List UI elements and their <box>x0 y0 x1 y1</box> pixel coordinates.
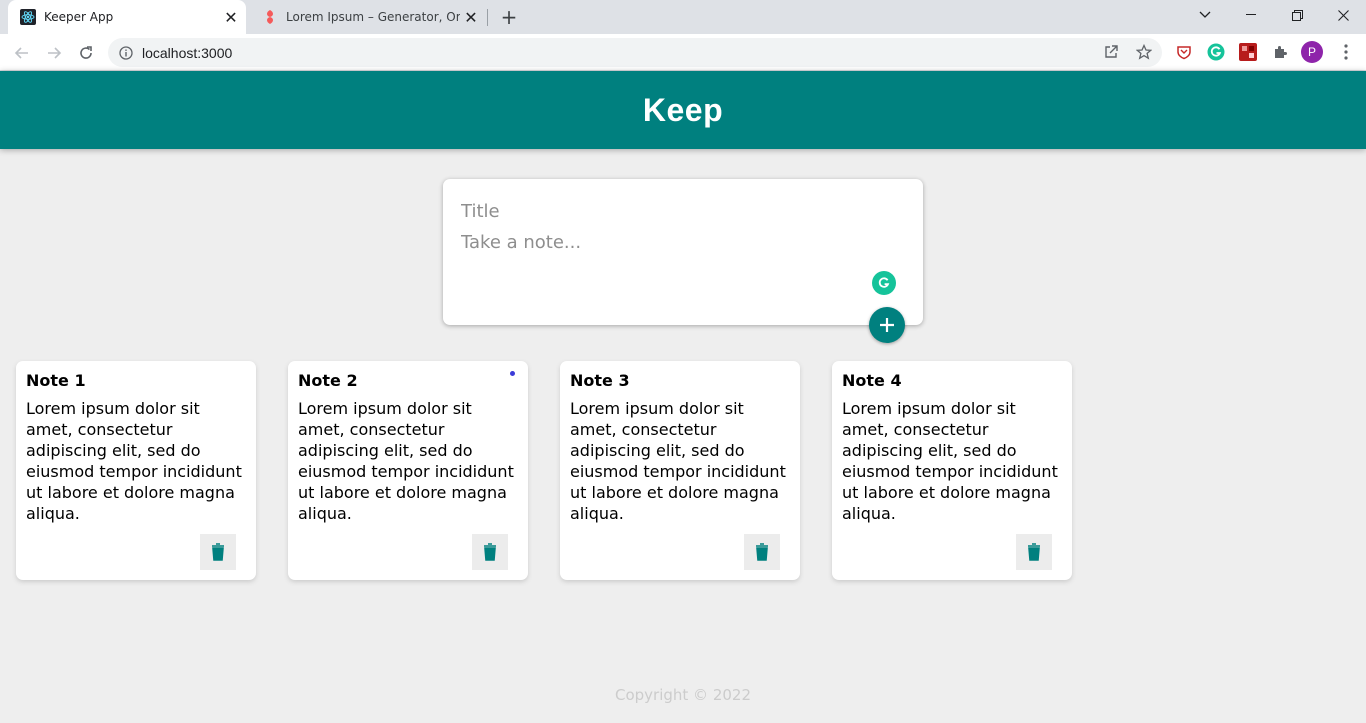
note-content: Lorem ipsum dolor sit amet, consectetur … <box>842 399 1058 523</box>
note-title: Note 4 <box>842 371 902 390</box>
note-card: Note 3 Lorem ipsum dolor sit amet, conse… <box>560 361 800 580</box>
react-icon <box>20 9 36 25</box>
tab-strip: Keeper App ✕ Lorem Ipsum – Generator, Or… <box>0 0 1366 34</box>
note-title: Note 2 <box>298 371 358 390</box>
note-title: Note 3 <box>570 371 630 390</box>
note-content: Lorem ipsum dolor sit amet, consectetur … <box>570 399 786 523</box>
profile-avatar[interactable]: P <box>1300 40 1324 64</box>
plus-icon <box>880 318 894 332</box>
url-text: localhost:3000 <box>142 44 233 61</box>
add-note-button[interactable] <box>869 307 905 343</box>
note-title-input[interactable] <box>461 199 901 223</box>
bookmark-star-icon[interactable] <box>1132 40 1156 64</box>
note-card: Note 2 Lorem ipsum dolor sit amet, conse… <box>288 361 528 580</box>
address-bar[interactable]: localhost:3000 <box>108 38 1162 67</box>
grammarly-extension-icon[interactable] <box>1204 40 1228 64</box>
note-card: Note 1 Lorem ipsum dolor sit amet, conse… <box>16 361 256 580</box>
trash-icon <box>756 543 768 561</box>
back-icon[interactable] <box>8 39 36 67</box>
colorpick-extension-icon[interactable] <box>1236 40 1260 64</box>
browser-toolbar: localhost:3000 P <box>0 34 1366 71</box>
site-info-icon[interactable] <box>118 45 134 61</box>
cursor-dot <box>510 371 515 376</box>
app-title: Keep <box>642 91 724 128</box>
lorem-ipsum-favicon-icon <box>262 9 278 25</box>
trash-icon <box>1028 543 1040 561</box>
tab-separator <box>487 9 488 26</box>
delete-note-button[interactable] <box>1016 534 1052 570</box>
create-note-form <box>443 179 923 325</box>
trash-icon <box>212 543 224 561</box>
minimize-icon[interactable] <box>1228 0 1274 30</box>
close-tab-icon[interactable]: ✕ <box>220 6 242 28</box>
tab-title: Lorem Ipsum – Generator, Origins and Mea… <box>286 10 460 24</box>
grammarly-icon[interactable] <box>872 271 896 295</box>
app-header: Keep <box>0 71 1366 149</box>
profile-initial: P <box>1307 45 1316 59</box>
delete-note-button[interactable] <box>472 534 508 570</box>
delete-note-button[interactable] <box>200 534 236 570</box>
tab-title: Keeper App <box>44 10 114 24</box>
tab-search-chevron-icon[interactable] <box>1182 0 1228 30</box>
extensions-puzzle-icon[interactable] <box>1268 40 1292 64</box>
note-card: Note 4 Lorem ipsum dolor sit amet, conse… <box>832 361 1072 580</box>
note-title: Note 1 <box>26 371 86 390</box>
forward-icon[interactable] <box>40 39 68 67</box>
trash-icon <box>484 543 496 561</box>
reload-icon[interactable] <box>72 39 100 67</box>
new-tab-icon[interactable]: + <box>497 5 521 29</box>
browser-menu-icon[interactable] <box>1334 40 1358 64</box>
tab-keeper-app[interactable]: Keeper App ✕ <box>8 0 246 34</box>
delete-note-button[interactable] <box>744 534 780 570</box>
extension-shield-icon[interactable] <box>1172 40 1196 64</box>
restore-icon[interactable] <box>1274 0 1320 30</box>
note-content: Lorem ipsum dolor sit amet, consectetur … <box>26 399 242 523</box>
note-content-input[interactable] <box>461 231 901 291</box>
share-icon[interactable] <box>1099 40 1123 64</box>
close-tab-icon[interactable]: ✕ <box>460 6 482 28</box>
copyright-text: Copyright © 2022 <box>614 686 751 704</box>
note-content: Lorem ipsum dolor sit amet, consectetur … <box>298 399 514 523</box>
close-window-icon[interactable] <box>1320 0 1366 30</box>
tab-lorem-ipsum[interactable]: Lorem Ipsum – Generator, Origins and Mea… <box>250 0 486 34</box>
footer: Copyright © 2022 <box>0 686 1366 704</box>
